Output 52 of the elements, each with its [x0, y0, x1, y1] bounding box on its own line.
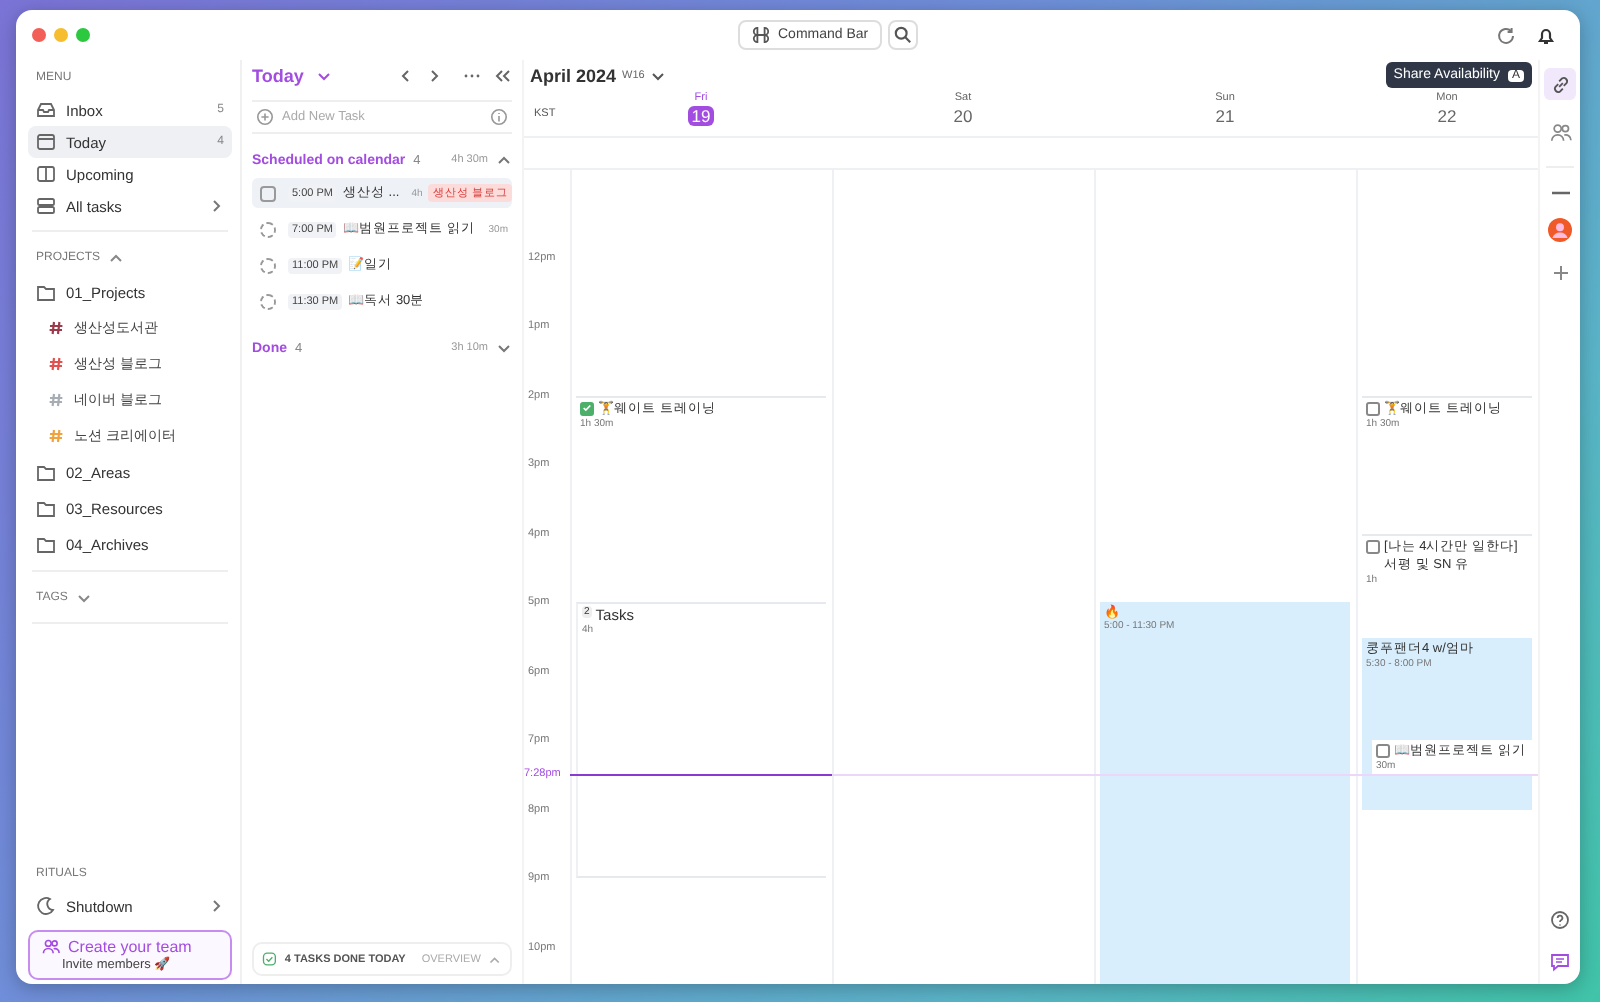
- link-icon: [1549, 73, 1571, 95]
- search-button[interactable]: [888, 20, 919, 50]
- task-checkbox[interactable]: [260, 257, 276, 273]
- task-checkbox[interactable]: [260, 185, 276, 201]
- chevron-right-icon: [208, 198, 224, 214]
- avatar-icon[interactable]: [1548, 218, 1572, 242]
- date-number[interactable]: 20: [949, 106, 977, 126]
- task-checkbox[interactable]: [580, 401, 594, 416]
- date-number[interactable]: 19: [687, 106, 715, 126]
- columns-icon: [36, 164, 56, 184]
- chat-icon[interactable]: [1550, 952, 1570, 972]
- moon-icon: [36, 896, 56, 916]
- task-checkbox[interactable]: [260, 221, 276, 237]
- task-checkbox[interactable]: [260, 293, 276, 309]
- chevron-icon[interactable]: [75, 590, 92, 606]
- stack-icon: [36, 196, 56, 216]
- sync-icon[interactable]: [1496, 25, 1516, 45]
- chevron-down-icon[interactable]: [650, 68, 667, 84]
- calendar-icon: [36, 132, 56, 152]
- check-circle-icon: [262, 950, 277, 968]
- people-icon[interactable]: [1549, 122, 1571, 144]
- help-icon[interactable]: [1550, 910, 1570, 930]
- close-window-button[interactable]: [32, 28, 46, 42]
- chevron-icon[interactable]: [496, 340, 512, 356]
- task-checkbox[interactable]: [1366, 401, 1380, 416]
- chevron-up-icon[interactable]: [488, 951, 502, 967]
- collapse-icon[interactable]: [494, 68, 512, 84]
- info-icon[interactable]: [490, 108, 508, 126]
- date-number[interactable]: 21: [1211, 106, 1239, 126]
- minus-icon[interactable]: [1551, 190, 1569, 196]
- tray-icon: [36, 100, 56, 120]
- panel-title[interactable]: Today: [252, 66, 304, 86]
- plus-icon[interactable]: [1551, 264, 1569, 282]
- next-icon[interactable]: [426, 68, 442, 84]
- chevron-right-icon: [208, 898, 224, 914]
- chevron-down-icon[interactable]: [315, 68, 332, 84]
- command-icon: [752, 26, 770, 44]
- folder-icon: [36, 283, 56, 301]
- team-title: Create your team: [68, 938, 192, 956]
- chevron-icon[interactable]: [108, 250, 125, 266]
- link-button[interactable]: [1544, 68, 1576, 100]
- chevron-icon[interactable]: [496, 152, 512, 168]
- month-title[interactable]: April 2024: [530, 66, 617, 86]
- task-checkbox[interactable]: [1366, 539, 1380, 554]
- date-number[interactable]: 22: [1433, 106, 1461, 126]
- bell-icon[interactable]: [1536, 25, 1556, 45]
- plus-circle-icon: [256, 108, 274, 126]
- task-checkbox[interactable]: [1376, 743, 1390, 758]
- people-icon: [42, 938, 60, 956]
- maximize-window-button[interactable]: [76, 28, 90, 42]
- previous-icon[interactable]: [398, 68, 414, 84]
- search-icon: [894, 26, 913, 44]
